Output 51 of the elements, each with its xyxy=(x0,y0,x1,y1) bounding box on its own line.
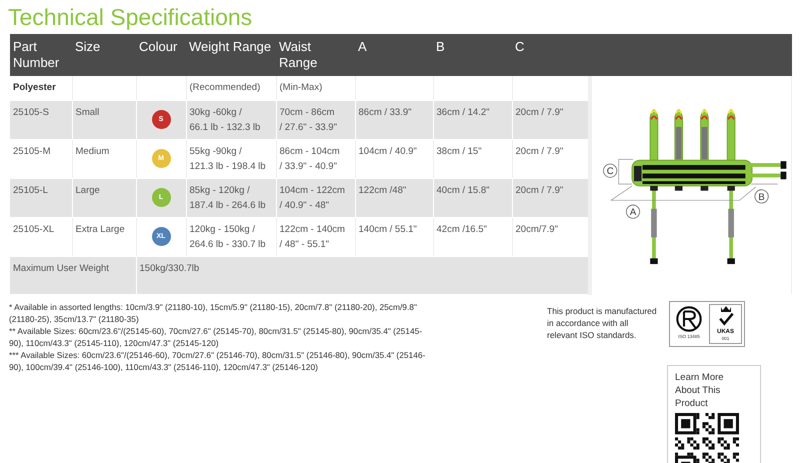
table-cell: 25105-XL xyxy=(10,217,72,256)
table-cell: 20cm / 7.9" xyxy=(512,178,590,217)
table-cell: 140cm / 55.1" xyxy=(355,217,433,256)
table-cell: 122cm - 140cm / 48" - 55.1" xyxy=(276,217,355,256)
column-header: A xyxy=(358,39,367,54)
table-cell: Maximum User Weight xyxy=(10,256,136,294)
table-cell: 86cm - 104cm / 33.9" - 40.9" xyxy=(276,139,355,178)
table-cell: (Min-Max) xyxy=(276,76,355,100)
table-cell: 25105-L xyxy=(10,178,72,217)
table-cell: 104cm - 122cm / 40.9" - 48" xyxy=(276,178,355,217)
table-cell: 30kg -60kg / 66.1 lb - 132.3 lb xyxy=(186,100,276,139)
table-cell: 122cm /48" xyxy=(355,178,433,217)
column-header: C xyxy=(515,39,524,54)
table-cell: 20cm / 7.9" xyxy=(512,100,590,139)
table-cell: 40cm / 15.8" xyxy=(433,178,512,217)
table-cell: 55kg -90kg / 121.3 lb - 198.4 lb xyxy=(186,139,276,178)
column-header: Weight Range xyxy=(189,39,272,54)
table-cell: Polyester xyxy=(10,76,72,100)
table-cell: Small xyxy=(72,100,136,139)
table-cell: 120kg - 150kg / 264.6 lb - 330.7 lb xyxy=(186,217,276,256)
column-header: B xyxy=(436,39,445,54)
table-cell: 25105-M xyxy=(10,139,72,178)
qr-code-icon[interactable] xyxy=(675,412,739,463)
footnote: ** Available Sizes: 60cm/23.6"/(25145-60), 70cm/27.6" (25145-70), 80cm/31.5" (25145-80), 90cm/35.4" (25145-90), 110cm/43.3" (25145-110), 120cm/47.3" (25145-120) xyxy=(9,324,424,348)
column-header: Size xyxy=(75,39,100,54)
callout-label: B xyxy=(754,189,769,204)
table-cell: 25105-S xyxy=(10,100,72,139)
table-cell: (Recommended) xyxy=(186,76,276,100)
table-cell: 85kg - 120kg / 187.4 lb - 264.6 lb xyxy=(186,178,276,217)
table-cell: 36cm / 14.2" xyxy=(433,100,512,139)
table-cell: 38cm / 15" xyxy=(433,139,512,178)
table-cell: Extra Large xyxy=(72,217,136,256)
table-cell: 42cm /16.5" xyxy=(433,217,512,256)
qr-caption: Learn More About This Product xyxy=(675,370,725,410)
callout-label: A xyxy=(626,204,640,218)
table-cell: 86cm / 33.9" xyxy=(355,100,433,139)
column-header: Waist Range xyxy=(279,39,318,70)
column-header: Colour xyxy=(139,39,178,54)
table-cell: Medium xyxy=(72,139,136,178)
table-cell: 104cm / 40.9" xyxy=(355,139,433,178)
callout-label: C xyxy=(603,163,618,178)
footnote: * Available in assorted lengths: 10cm/3.9" (21180-10), 15cm/5.9" (21180-15), 20cm/7.8" (21180-20), 25cm/9.8" (21180-25), 35cm/13.7" (21180-35) xyxy=(9,300,418,324)
table-cell: 70cm - 86cm / 27.6" - 33.9" xyxy=(276,100,355,139)
table-cell: 20cm/7.9" xyxy=(512,217,590,256)
table-cell: 150kg/330.7lb xyxy=(136,256,590,294)
page-title: Technical Specifications xyxy=(7,3,254,32)
column-header: Part Number xyxy=(13,39,60,70)
footnote: *** Available Sizes: 60cm/23.6"/(25146-60), 70cm/27.6" (25146-70), 80cm/31.5" (25146-80), 90cm/35.4" (25146-90), 100cm/39.4" (25146-100), 110cm/43.3" (25146-110), 120cm/47.3" (25146-120) xyxy=(9,348,426,372)
certification-note: This product is manufactured in accordance with all relevant ISO standards. xyxy=(547,304,657,342)
table-cell: Large xyxy=(72,178,136,217)
table-cell: 20cm / 7.9" xyxy=(512,139,590,178)
